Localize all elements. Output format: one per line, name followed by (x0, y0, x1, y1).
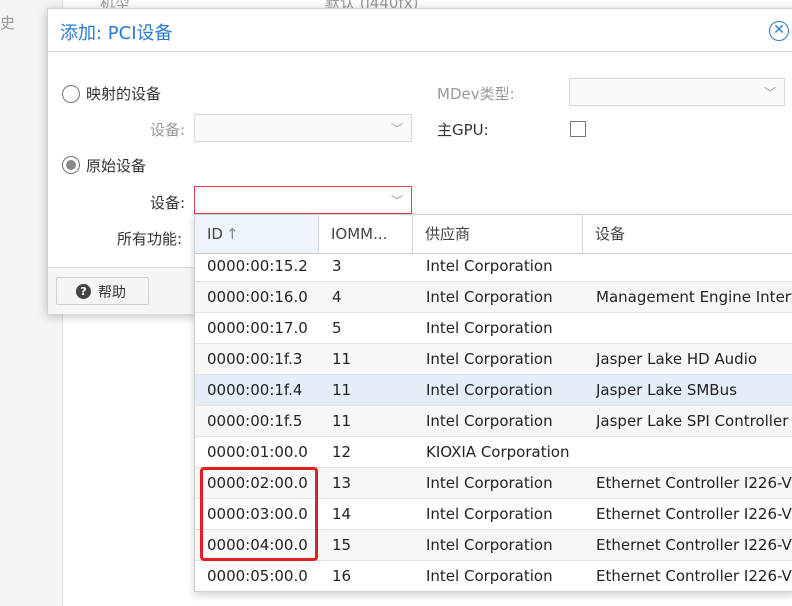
cell-iommu: 12 (332, 443, 352, 461)
cell-vendor: Intel Corporation (426, 505, 553, 523)
cell-device: Ethernet Controller I226-V (596, 536, 792, 554)
cell-id: 0000:00:17.0 (207, 319, 308, 337)
cell-id: 0000:00:1f.3 (207, 350, 303, 368)
help-button[interactable]: ? 帮助 (56, 277, 149, 305)
cell-iommu: 5 (332, 319, 342, 337)
table-row[interactable]: 0000:00:17.0 5 Intel Corporation (195, 313, 792, 344)
dialog-title: 添加: PCI设备 (60, 23, 173, 44)
cell-device: Ethernet Controller I226-V (596, 474, 792, 492)
cell-device (596, 251, 792, 281)
column-header-iommu[interactable]: IOMM... (319, 215, 413, 253)
cell-iommu: 15 (332, 536, 352, 554)
mapped-device-label: 映射的设备 (86, 85, 162, 103)
cell-iommu: 4 (332, 288, 342, 306)
red-highlight-box (200, 467, 318, 561)
cell-iommu: 13 (332, 474, 352, 492)
cell-vendor: Intel Corporation (426, 474, 553, 492)
cell-vendor: Intel Corporation (426, 257, 553, 275)
question-icon: ? (76, 284, 91, 299)
cell-id: 0000:05:00.0 (207, 567, 308, 585)
primary-gpu-checkbox[interactable] (570, 121, 586, 137)
background-sidebar-text: 史 (0, 14, 16, 32)
chevron-down-icon: ﹀ (390, 122, 403, 136)
column-header-device-label: 设备 (595, 225, 626, 243)
mdev-type-label: MDev类型: (437, 85, 515, 103)
raw-device-combo[interactable]: ﹀ (194, 186, 412, 214)
cell-vendor: Intel Corporation (426, 350, 553, 368)
raw-device-label: 原始设备 (86, 157, 147, 175)
cell-device: Ethernet Controller I226-V (596, 567, 792, 585)
cell-device: Jasper Lake SMBus (596, 381, 737, 399)
table-row[interactable]: 0000:00:16.0 4 Intel Corporation Managem… (195, 282, 792, 313)
help-button-label: 帮助 (98, 285, 126, 301)
cell-id: 0000:00:1f.5 (207, 412, 303, 430)
table-row[interactable]: 0000:00:15.2 3 Intel Corporation (195, 251, 792, 282)
cell-iommu: 11 (332, 381, 352, 399)
cell-id: 0000:01:00.0 (207, 443, 308, 461)
cell-device: Jasper Lake HD Audio (596, 350, 758, 368)
cell-iommu: 3 (332, 257, 342, 275)
cell-iommu: 14 (332, 505, 352, 523)
cell-device: Management Engine Interfa (596, 288, 792, 306)
raw-device-field-label: 设备: (150, 194, 186, 212)
table-row[interactable]: 0000:00:1f.3 11 Intel Corporation Jasper… (195, 344, 792, 375)
cell-iommu: 11 (332, 350, 352, 368)
grid-header: ID ↑ IOMM... 供应商 设备 (195, 215, 792, 254)
table-row[interactable]: 0000:00:1f.4 11 Intel Corporation Jasper… (195, 375, 792, 406)
cell-vendor: Intel Corporation (426, 412, 553, 430)
column-header-device[interactable]: 设备 (583, 215, 792, 253)
table-row[interactable]: 0000:01:00.0 12 KIOXIA Corporation (195, 437, 792, 468)
primary-gpu-label: 主GPU: (437, 121, 489, 139)
mdev-type-combo: ﹀ (569, 78, 785, 106)
table-row[interactable]: 0000:00:1f.5 11 Intel Corporation Jasper… (195, 406, 792, 437)
cell-vendor: Intel Corporation (426, 536, 553, 554)
cell-id: 0000:00:16.0 (207, 288, 308, 306)
cell-device: Ethernet Controller I226-V (596, 505, 792, 523)
close-icon[interactable]: ✕ (769, 21, 789, 41)
cell-id: 0000:00:15.2 (207, 257, 308, 275)
chevron-down-icon[interactable]: ﹀ (391, 192, 403, 209)
chevron-down-icon: ﹀ (763, 86, 776, 100)
mapped-device-radio[interactable] (62, 85, 80, 103)
cell-vendor: Intel Corporation (426, 319, 553, 337)
cell-device: Jasper Lake SPI Controller (596, 412, 789, 430)
cell-id: 0000:00:1f.4 (207, 381, 303, 399)
sort-ascending-icon: ↑ (225, 225, 239, 243)
cell-device (596, 437, 792, 467)
dialog-header: 添加: PCI设备 ✕ (48, 9, 792, 52)
column-header-vendor-label: 供应商 (425, 225, 471, 243)
cell-iommu: 16 (332, 567, 352, 585)
table-row[interactable]: 0000:05:00.0 16 Intel Corporation Ethern… (195, 561, 792, 591)
column-header-id[interactable]: ID ↑ (195, 215, 319, 253)
cell-vendor: KIOXIA Corporation (426, 443, 570, 461)
all-functions-label: 所有功能: (117, 230, 183, 248)
cell-vendor: Intel Corporation (426, 381, 553, 399)
column-header-vendor[interactable]: 供应商 (413, 215, 583, 253)
cell-vendor: Intel Corporation (426, 567, 553, 585)
cell-iommu: 11 (332, 412, 352, 430)
raw-device-radio[interactable] (62, 156, 80, 174)
column-header-id-label: ID (207, 225, 223, 243)
mapped-device-combo: ﹀ (194, 114, 412, 142)
mapped-device-field-label: 设备: (150, 121, 186, 139)
column-header-iommu-label: IOMM... (331, 225, 388, 243)
cell-vendor: Intel Corporation (426, 288, 553, 306)
cell-device (596, 313, 792, 343)
